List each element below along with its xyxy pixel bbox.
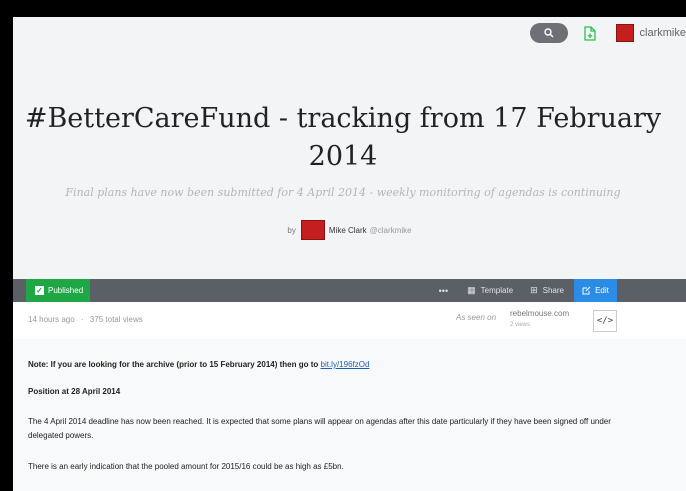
post-stats: 14 hours ago · 375 total views (28, 315, 143, 324)
view-count: 375 total views (89, 315, 143, 324)
toolbar-actions: ••• ▦ Template ⊞ Share Edit (439, 279, 617, 302)
published-label: Published (48, 286, 84, 295)
position-heading-text: Position at 28 April 2014 (28, 387, 121, 396)
time-ago: 14 hours ago (28, 315, 75, 324)
edit-icon (582, 286, 591, 295)
username: clarkmike (639, 27, 686, 39)
more-options-button[interactable]: ••• (439, 286, 448, 296)
top-bar: clarkmike (529, 22, 686, 44)
checkmark-icon: ✓ (35, 286, 44, 295)
post-toolbar: ✓ Published ••• ▦ Template ⊞ Share Edit (13, 279, 686, 302)
author-avatar[interactable] (300, 220, 325, 240)
archive-note: Note: If you are looking for the archive… (28, 358, 369, 372)
meta-separator: · (80, 315, 84, 324)
search-button[interactable] (529, 23, 568, 43)
paragraph-pooled-amount: There is an early indication that the po… (28, 462, 344, 471)
page-title: #BetterCareFund - tracking from 17 Febru… (24, 103, 662, 172)
published-status-button[interactable]: ✓ Published (26, 279, 90, 302)
post-meta: 14 hours ago · 375 total views As seen o… (13, 302, 686, 339)
source-name: rebelmouse.com (510, 309, 570, 318)
byline: by Mike Clark @clarkmike (13, 220, 686, 240)
archive-note-text: Note: If you are looking for the archive… (28, 360, 321, 369)
user-menu[interactable]: clarkmike (615, 24, 686, 42)
article-header: clarkmike #BetterCareFund - tracking fro… (13, 17, 686, 279)
embed-code-button[interactable]: </> (593, 310, 617, 332)
edit-label: Edit (595, 286, 609, 295)
share-button[interactable]: ⊞ Share (530, 285, 564, 296)
article-body: Note: If you are looking for the archive… (13, 339, 686, 491)
share-label: Share (542, 286, 564, 295)
by-label: by (287, 225, 296, 235)
paragraph-deadline: The 4 April 2014 deadline has now been r… (28, 417, 611, 440)
author-handle[interactable]: @clarkmike (370, 226, 412, 235)
archive-link[interactable]: bit.ly/196fzOd (321, 360, 370, 369)
template-button[interactable]: ▦ Template (467, 285, 513, 296)
source-link[interactable]: rebelmouse.com 2 views (510, 309, 569, 330)
template-label: Template (480, 286, 514, 295)
share-icon: ⊞ (530, 285, 538, 295)
new-document-icon (583, 25, 596, 41)
author-name[interactable]: Mike Clark (329, 226, 367, 235)
search-icon (543, 28, 554, 38)
new-post-button[interactable] (583, 24, 600, 42)
position-heading: Position at 28 April 2014 (28, 385, 120, 399)
source-views: 2 views (510, 322, 531, 328)
template-icon: ▦ (467, 285, 476, 295)
edit-button[interactable]: Edit (574, 279, 617, 302)
page-frame: clarkmike #BetterCareFund - tracking fro… (13, 17, 686, 491)
avatar (615, 24, 634, 42)
as-seen-on-label: As seen on (456, 313, 497, 322)
page-subtitle: Final plans have now been submitted for … (65, 186, 621, 199)
